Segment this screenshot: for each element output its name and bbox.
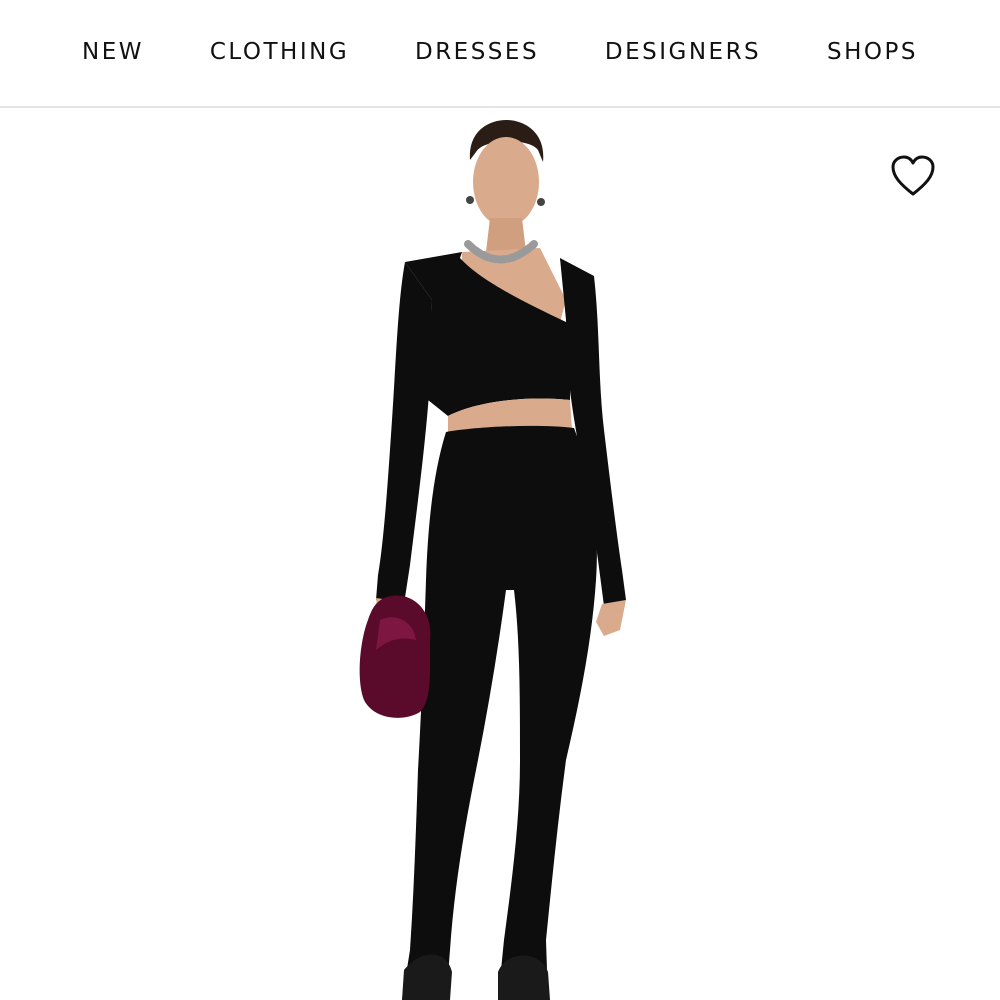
nav-item-dresses[interactable]: DRESSES <box>415 39 539 65</box>
nav-item-new[interactable]: NEW <box>82 39 144 65</box>
earring-left <box>466 196 474 204</box>
nav-item-shops[interactable]: SHOPS <box>827 39 918 65</box>
top-navigation: NEW CLOTHING DRESSES DESIGNERS SHOPS <box>0 0 1000 108</box>
nav-item-clothing[interactable]: CLOTHING <box>210 39 349 65</box>
model-neck <box>486 218 526 252</box>
nav-item-designers[interactable]: DESIGNERS <box>605 39 761 65</box>
leggings <box>402 425 597 1000</box>
earring-right <box>537 198 545 206</box>
product-photo[interactable] <box>0 110 1000 1000</box>
sleeve-left <box>376 262 432 604</box>
hand-right <box>596 600 626 636</box>
fur-handbag <box>359 595 431 718</box>
heart-outline-icon <box>891 155 935 196</box>
nav-menu: NEW CLOTHING DRESSES DESIGNERS SHOPS <box>0 0 1000 104</box>
product-image-area <box>0 110 1000 1000</box>
wishlist-button[interactable] <box>888 152 938 200</box>
model-head <box>473 137 539 227</box>
